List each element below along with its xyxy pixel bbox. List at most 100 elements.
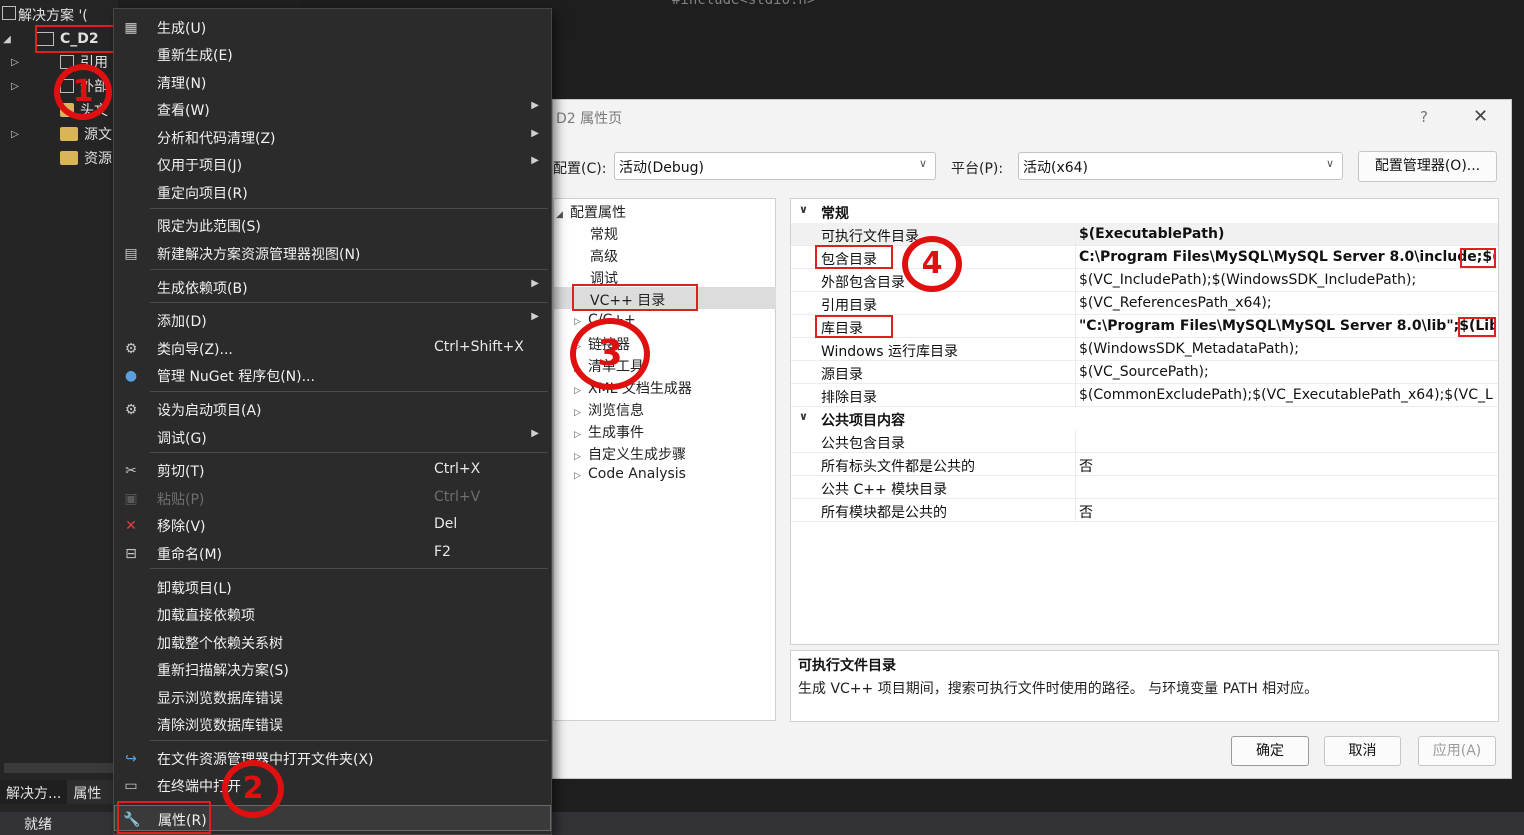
folder-icon — [60, 127, 78, 141]
menu-item-view[interactable]: 查看(W) ▶ — [114, 96, 551, 122]
property-row[interactable]: 公共包含目录 — [791, 430, 1498, 453]
tree-node-general[interactable]: 常规 — [590, 224, 618, 244]
property-row[interactable]: 所有模块都是公共的 否 — [791, 499, 1498, 522]
tree-node-advanced[interactable]: 高级 — [590, 246, 618, 266]
description-pane: 可执行文件目录 生成 VC++ 项目期间，搜索可执行文件时使用的路径。 与环境变… — [790, 650, 1499, 722]
menu-item-load-dep-tree[interactable]: 加载整个依赖关系树 — [114, 629, 551, 655]
property-value[interactable]: $(VC_SourcePath); — [1079, 364, 1495, 380]
collapse-arrow-icon[interactable]: ▷ — [0, 129, 30, 140]
tree-node-browse-info[interactable]: ▷ 浏览信息 — [574, 400, 644, 420]
property-row[interactable]: 库目录 "C:\Program Files\MySQL\MySQL Server… — [791, 315, 1498, 338]
menu-item-build[interactable]: ▦ 生成(U) — [114, 14, 551, 40]
tree-node-build-events[interactable]: ▷ 生成事件 — [574, 422, 644, 442]
property-value[interactable]: $(WindowsSDK_MetadataPath); — [1079, 341, 1495, 357]
property-row[interactable]: 引用目录 $(VC_ReferencesPath_x64); — [791, 292, 1498, 315]
property-value[interactable]: 否 — [1079, 502, 1495, 522]
vc-dirs-highlight-box — [572, 284, 698, 311]
property-value[interactable]: C:\Program Files\MySQL\MySQL Server 8.0\… — [1079, 249, 1495, 265]
menu-item-build-deps[interactable]: 生成依赖项(B) ▶ — [114, 274, 551, 300]
property-value[interactable]: $(ExecutablePath) — [1079, 226, 1495, 242]
horizontal-scrollbar[interactable] — [4, 763, 114, 773]
status-text: 就绪 — [24, 817, 52, 833]
property-value[interactable]: 否 — [1079, 456, 1495, 476]
category-public[interactable]: ∨ 公共项目内容 — [791, 408, 1498, 430]
menu-item-show-browse-errors[interactable]: 显示浏览数据库错误 — [114, 684, 551, 710]
property-value[interactable]: $(VC_ReferencesPath_x64); — [1079, 295, 1495, 311]
collapse-arrow-icon[interactable]: ▷ — [0, 81, 30, 92]
menu-item-add[interactable]: 添加(D) ▶ — [114, 307, 551, 333]
property-value[interactable]: $(CommonExcludePath);$(VC_ExecutablePath… — [1079, 387, 1495, 403]
menu-item-remove[interactable]: ✕ 移除(V) Del — [114, 512, 551, 538]
tab-solution-explorer[interactable]: 解决方... — [0, 780, 68, 804]
config-manager-button[interactable]: 配置管理器(O)... — [1358, 151, 1497, 182]
tree-node-label: 生成事件 — [588, 425, 644, 441]
config-dropdown[interactable]: 活动(Debug) ∨ — [614, 152, 936, 180]
property-row[interactable]: 可执行文件目录 $(ExecutablePath) — [791, 223, 1498, 246]
menu-item-cut[interactable]: ✂ 剪切(T) Ctrl+X — [114, 457, 551, 483]
property-name: Windows 运行库目录 — [821, 344, 958, 360]
folder-icon — [60, 151, 78, 165]
property-name: 可执行文件目录 — [821, 229, 919, 245]
collapse-arrow-icon[interactable]: ▷ — [0, 57, 30, 68]
property-value[interactable]: "C:\Program Files\MySQL\MySQL Server 8.0… — [1079, 318, 1495, 334]
menu-item-open-terminal[interactable]: ▭ 在终端中打开 — [114, 772, 551, 798]
platform-dropdown[interactable]: 活动(x64) ∨ — [1018, 152, 1343, 180]
menu-item-open-folder[interactable]: ↪ 在文件资源管理器中打开文件夹(X) — [114, 745, 551, 771]
property-row[interactable]: 所有标头文件都是公共的 否 — [791, 453, 1498, 476]
collapsed-arrow-icon: ▷ — [574, 386, 581, 396]
lib-dirs-highlight-box — [815, 315, 893, 338]
menu-item-retarget[interactable]: 重定向项目(R) — [114, 179, 551, 205]
property-pages-dialog: D2 属性页 ? ✕ 配置(C): 活动(Debug) ∨ 平台(P): 活动(… — [552, 99, 1512, 779]
menu-separator — [150, 269, 548, 270]
include-dirs-highlight-box — [815, 245, 893, 269]
tree-node-root[interactable]: ◢ 配置属性 — [556, 202, 626, 222]
property-grid: ∨ 常规 可执行文件目录 $(ExecutablePath) 包含目录 C:\P… — [790, 198, 1499, 645]
menu-item-rescan[interactable]: 重新扫描解决方案(S) — [114, 656, 551, 682]
property-row[interactable]: Windows 运行库目录 $(WindowsSDK_MetadataPath)… — [791, 338, 1498, 361]
menu-item-scope[interactable]: 限定为此范围(S) — [114, 212, 551, 238]
tree-node-code-analysis[interactable]: ▷ Code Analysis — [574, 466, 686, 482]
property-row[interactable]: 包含目录 C:\Program Files\MySQL\MySQL Server… — [791, 246, 1498, 269]
menu-item-clear-browse-errors[interactable]: 清除浏览数据库错误 — [114, 711, 551, 737]
chevron-down-icon: ∨ — [799, 203, 808, 216]
menu-item-analyze[interactable]: 分析和代码清理(Z) ▶ — [114, 124, 551, 150]
tab-properties[interactable]: 属性 — [67, 780, 107, 804]
help-icon[interactable]: ? — [1420, 108, 1428, 126]
menu-item-load-direct-deps[interactable]: 加载直接依赖项 — [114, 601, 551, 627]
property-row[interactable]: 公共 C++ 模块目录 — [791, 476, 1498, 499]
menu-item-rename[interactable]: ⊟ 重命名(M) F2 — [114, 540, 551, 566]
tree-item-resources[interactable]: 资源 — [0, 147, 118, 169]
ok-button[interactable]: 确定 — [1231, 736, 1309, 766]
menu-item-project-only[interactable]: 仅用于项目(J) ▶ — [114, 151, 551, 177]
tree-node-label: 配置属性 — [570, 205, 626, 221]
panel-tabs: 解决方... 属性 — [0, 780, 118, 804]
cancel-button[interactable]: 取消 — [1324, 736, 1401, 766]
menu-item-debug[interactable]: 调试(G) ▶ — [114, 424, 551, 450]
menu-item-class-wizard[interactable]: ⚙ 类向导(Z)... Ctrl+Shift+X — [114, 335, 551, 361]
tree-node-label: Code Analysis — [588, 466, 686, 482]
apply-button[interactable]: 应用(A) — [1418, 736, 1496, 766]
property-value[interactable]: $(VC_IncludePath);$(WindowsSDK_IncludePa… — [1079, 272, 1495, 288]
menu-item-rebuild[interactable]: 重新生成(E) — [114, 41, 551, 67]
category-general[interactable]: ∨ 常规 — [791, 201, 1498, 223]
property-name: 所有标头文件都是公共的 — [821, 459, 975, 475]
property-row[interactable]: 排除目录 $(CommonExcludePath);$(VC_Executabl… — [791, 384, 1498, 407]
category-label: 常规 — [821, 206, 849, 222]
menu-item-nuget[interactable]: ● 管理 NuGet 程序包(N)... — [114, 362, 551, 388]
remove-icon: ✕ — [125, 518, 137, 534]
menu-separator — [150, 568, 548, 569]
property-row[interactable]: 外部包含目录 $(VC_IncludePath);$(WindowsSDK_In… — [791, 269, 1498, 292]
property-row[interactable]: 源目录 $(VC_SourcePath); — [791, 361, 1498, 384]
solution-title[interactable]: 解决方案 '( — [18, 5, 88, 25]
menu-separator — [150, 391, 548, 392]
close-icon[interactable]: ✕ — [1473, 106, 1488, 127]
menu-item-set-startup[interactable]: ⚙ 设为启动项目(A) — [114, 396, 551, 422]
menu-item-unload[interactable]: 卸载项目(L) — [114, 574, 551, 600]
shortcut-text: Ctrl+X — [434, 461, 481, 477]
expand-arrow-icon[interactable]: ◢ — [0, 34, 14, 45]
menu-item-clean[interactable]: 清理(N) — [114, 69, 551, 95]
project-highlight-box — [35, 25, 117, 53]
menu-item-new-view[interactable]: ▤ 新建解决方案资源管理器视图(N) — [114, 240, 551, 266]
tree-item-sources[interactable]: ▷ 源文 — [0, 123, 118, 145]
tree-node-custom-build[interactable]: ▷ 自定义生成步骤 — [574, 444, 686, 464]
